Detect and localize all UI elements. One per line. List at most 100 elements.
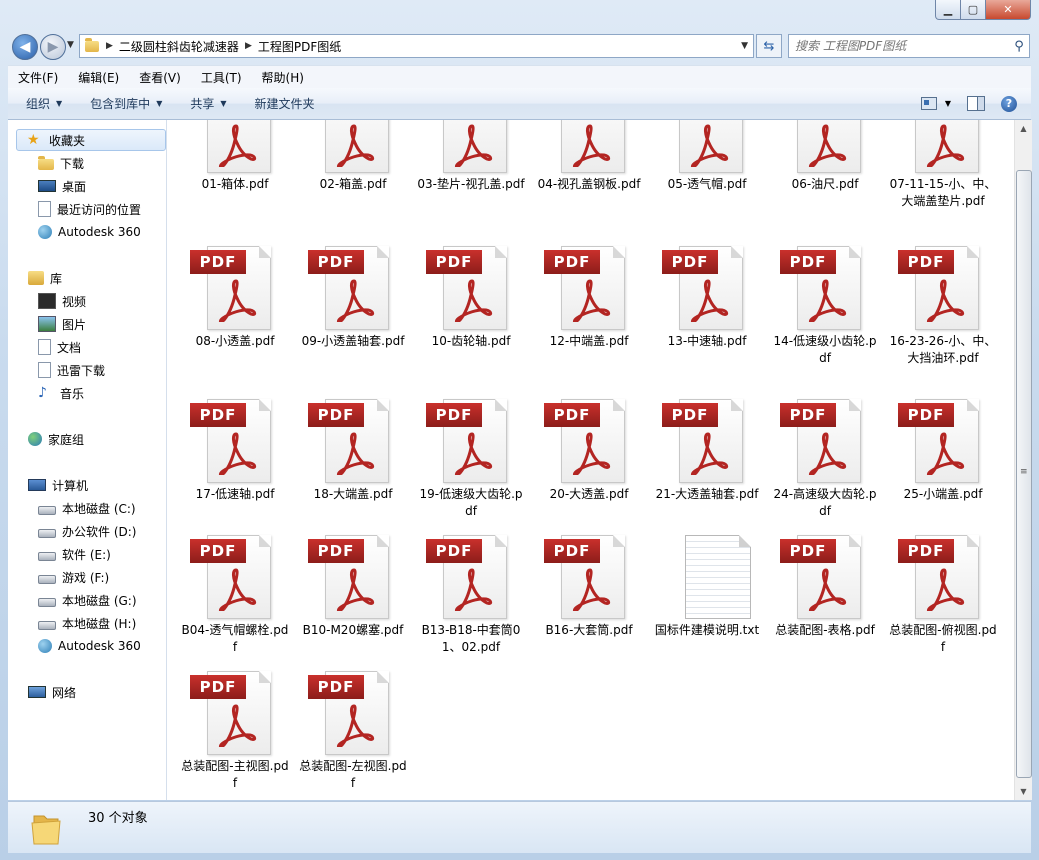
file-item[interactable]: 03-垫片-视孔盖.pdf <box>416 120 526 193</box>
file-item[interactable]: PDF B04-透气帽螺栓.pdf <box>180 533 290 656</box>
file-item[interactable]: PDF 12-中端盖.pdf <box>534 244 644 350</box>
file-item[interactable]: PDF 08-小透盖.pdf <box>180 244 290 350</box>
file-item[interactable]: 06-油尺.pdf <box>770 120 880 193</box>
sidebar-item-thunder-downloads[interactable]: 迅雷下载 <box>38 360 105 380</box>
menu-view[interactable]: 查看(V) <box>129 69 191 86</box>
sidebar-item-videos[interactable]: 视频 <box>38 291 86 311</box>
sidebar-item-autodesk-360-computer[interactable]: Autodesk 360 <box>38 636 141 656</box>
chevron-right-icon[interactable]: ▶ <box>103 41 116 51</box>
close-button[interactable]: ✕ <box>986 0 1031 20</box>
sidebar-item-music[interactable]: ♪ 音乐 <box>38 383 84 403</box>
file-item[interactable]: PDF 24-高速级大齿轮.pdf <box>770 397 880 520</box>
sidebar-favorites[interactable]: ★ 收藏夹 <box>16 129 166 151</box>
file-item[interactable]: PDF 总装配图-表格.pdf <box>770 533 880 639</box>
scrollbar-thumb[interactable] <box>1016 170 1032 778</box>
file-item[interactable]: PDF 21-大透盖轴套.pdf <box>652 397 762 503</box>
sidebar-item-drive-d[interactable]: 办公软件 (D:) <box>38 521 136 541</box>
file-item[interactable]: PDF 16-23-26-小、中、大挡油环.pdf <box>888 244 998 367</box>
file-item[interactable]: 07-11-15-小、中、大端盖垫片.pdf <box>888 120 998 210</box>
new-folder-button[interactable]: 新建文件夹 <box>237 95 325 112</box>
file-item[interactable]: PDF 25-小端盖.pdf <box>888 397 998 503</box>
address-dropdown-icon[interactable]: ▼ <box>736 41 753 51</box>
file-item[interactable]: PDF 20-大透盖.pdf <box>534 397 644 503</box>
menu-file[interactable]: 文件(F) <box>8 69 68 86</box>
file-item[interactable]: PDF 19-低速级大齿轮.pdf <box>416 397 526 520</box>
file-item[interactable]: PDF 13-中速轴.pdf <box>652 244 762 350</box>
pdf-file-icon <box>652 120 762 203</box>
sidebar-item-pictures[interactable]: 图片 <box>38 314 86 334</box>
file-item[interactable]: PDF 14-低速级小齿轮.pdf <box>770 244 880 367</box>
file-item[interactable]: PDF B10-M20螺塞.pdf <box>298 533 408 639</box>
pdf-badge: PDF <box>190 539 246 563</box>
file-item[interactable]: PDF 18-大端盖.pdf <box>298 397 408 503</box>
sidebar-homegroup[interactable]: 家庭组 <box>28 429 84 449</box>
sidebar-computer[interactable]: 计算机 <box>28 475 88 495</box>
sidebar-libraries[interactable]: 库 <box>28 268 62 288</box>
sidebar-item-desktop[interactable]: 桌面 <box>38 176 86 196</box>
file-item[interactable]: PDF 总装配图-主视图.pdf <box>180 669 290 792</box>
forward-button[interactable]: ▶ <box>40 34 66 60</box>
pdf-file-icon: PDF <box>298 397 408 485</box>
search-input[interactable] <box>789 38 1009 54</box>
downloads-icon <box>38 155 54 170</box>
file-item[interactable]: PDF 09-小透盖轴套.pdf <box>298 244 408 350</box>
organize-label: 组织 <box>26 97 51 111</box>
change-view-button[interactable]: ▼ <box>920 97 951 110</box>
maximize-button[interactable]: ▢ <box>961 0 986 20</box>
sidebar-item-autodesk-360[interactable]: Autodesk 360 <box>38 222 141 242</box>
file-item[interactable]: 04-视孔盖钢板.pdf <box>534 120 644 193</box>
acrobat-logo-icon <box>809 279 847 322</box>
computer-icon <box>28 479 46 491</box>
address-bar[interactable]: ▶ 二级圆柱斜齿轮减速器 ▶ 工程图PDF图纸 ▼ <box>79 34 754 58</box>
minimize-button[interactable]: ▁ <box>935 0 961 20</box>
file-name: B13-B18-中套筒01、02.pdf <box>421 623 521 654</box>
file-item[interactable]: 02-箱盖.pdf <box>298 120 408 193</box>
file-name: 16-23-26-小、中、大挡油环.pdf <box>889 334 997 365</box>
sidebar-network[interactable]: 网络 <box>28 682 76 702</box>
help-icon[interactable]: ? <box>1001 95 1017 112</box>
sidebar-item-drive-e[interactable]: 软件 (E:) <box>38 544 111 564</box>
breadcrumb-parent[interactable]: 二级圆柱斜齿轮减速器 <box>116 38 242 55</box>
sidebar-item-downloads[interactable]: 下载 <box>38 153 84 173</box>
acrobat-logo-icon <box>573 432 611 475</box>
file-item[interactable]: 05-透气帽.pdf <box>652 120 762 193</box>
share-button[interactable]: 共享 ▼ <box>172 95 236 112</box>
file-item[interactable]: PDF 17-低速轴.pdf <box>180 397 290 503</box>
vertical-scrollbar[interactable]: ▲ ▼ <box>1014 120 1032 800</box>
sidebar-item-recent-places[interactable]: 最近访问的位置 <box>38 199 141 219</box>
file-item[interactable]: PDF 总装配图-左视图.pdf <box>298 669 408 792</box>
recent-pages-dropdown[interactable]: ▼ <box>67 40 74 50</box>
refresh-icon: ⇆ <box>763 38 775 54</box>
refresh-button[interactable]: ⇆ <box>756 34 782 58</box>
sidebar-item-drive-f[interactable]: 游戏 (F:) <box>38 567 109 587</box>
file-item[interactable]: 国标件建模说明.txt <box>652 533 762 639</box>
scroll-down-icon[interactable]: ▼ <box>1015 783 1032 800</box>
file-item[interactable]: PDF 10-齿轮轴.pdf <box>416 244 526 350</box>
breadcrumb-current[interactable]: 工程图PDF图纸 <box>255 38 344 55</box>
sidebar-item-drive-c[interactable]: 本地磁盘 (C:) <box>38 498 136 518</box>
file-item[interactable]: PDF B13-B18-中套筒01、02.pdf <box>416 533 526 656</box>
menu-help[interactable]: 帮助(H) <box>252 69 314 86</box>
pdf-file-icon: PDF <box>652 244 762 332</box>
file-item[interactable]: PDF B16-大套筒.pdf <box>534 533 644 639</box>
file-name: 10-齿轮轴.pdf <box>431 334 511 348</box>
sidebar-item-drive-h[interactable]: 本地磁盘 (H:) <box>38 613 136 633</box>
file-item[interactable]: 01-箱体.pdf <box>180 120 290 193</box>
menu-tools[interactable]: 工具(T) <box>191 69 252 86</box>
pdf-badge: PDF <box>426 250 482 274</box>
scroll-up-icon[interactable]: ▲ <box>1015 120 1032 137</box>
organize-button[interactable]: 组织 ▼ <box>8 95 72 112</box>
drive-icon <box>38 574 56 584</box>
menu-edit[interactable]: 编辑(E) <box>68 69 129 86</box>
include-in-library-button[interactable]: 包含到库中 ▼ <box>72 95 172 112</box>
drive-icon <box>38 597 56 607</box>
sidebar-item-drive-g[interactable]: 本地磁盘 (G:) <box>38 590 137 610</box>
sidebar-item-documents[interactable]: 文档 <box>38 337 81 357</box>
search-box[interactable]: ⚲ <box>788 34 1030 58</box>
back-button[interactable]: ◀ <box>12 34 38 60</box>
preview-pane-icon[interactable] <box>967 96 985 111</box>
acrobat-logo-icon <box>219 279 257 322</box>
chevron-right-icon[interactable]: ▶ <box>242 41 255 51</box>
file-item[interactable]: PDF 总装配图-俯视图.pdf <box>888 533 998 656</box>
search-icon[interactable]: ⚲ <box>1009 39 1029 54</box>
